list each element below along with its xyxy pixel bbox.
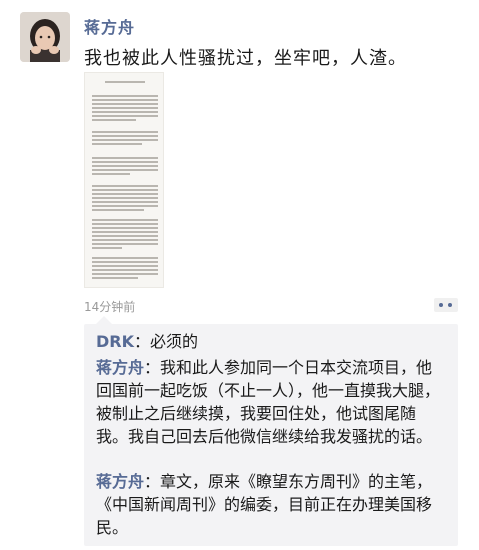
- avatar[interactable]: [20, 12, 70, 62]
- thumbnail-text-block: [92, 157, 158, 177]
- post-image-thumbnail[interactable]: [84, 72, 164, 288]
- comment-author[interactable]: 蒋方舟: [96, 358, 144, 377]
- comments-caret: [96, 316, 112, 324]
- comment-item[interactable]: 蒋方舟：我和此人参加同一个日本交流项目，他回国前一起吃饭（不止一人），他一直摸我…: [96, 356, 446, 448]
- thumbnail-text-block: [92, 185, 158, 213]
- thumbnail-text-block: [92, 219, 158, 251]
- comment-separator: ：: [144, 358, 161, 377]
- comments-panel: DRK：必须的 蒋方舟：我和此人参加同一个日本交流项目，他回国前一起吃饭（不止一…: [84, 324, 458, 546]
- post-text: 我也被此人性骚扰过，坐牢吧，人渣。: [84, 48, 407, 69]
- comment-item[interactable]: 蒋方舟：章文，原来《瞭望东方周刊》的主笔，《中国新闻周刊》的编委，目前正在办理美…: [96, 470, 446, 539]
- thumbnail-text-block: [92, 131, 158, 147]
- comment-item[interactable]: DRK：必须的: [96, 330, 446, 353]
- comment-author[interactable]: DRK: [96, 332, 134, 351]
- thumbnail-text-block: [92, 257, 158, 281]
- comment-separator: ：: [134, 332, 151, 351]
- more-options-button[interactable]: [434, 298, 458, 312]
- avatar-photo-icon: [20, 12, 70, 62]
- comment-text: 必须的: [150, 332, 199, 351]
- thumbnail-text-block: [92, 95, 158, 123]
- comment-separator: ：: [144, 472, 161, 491]
- post-timestamp: 14分钟前: [84, 300, 136, 314]
- comment-author[interactable]: 蒋方舟: [96, 472, 144, 491]
- thumbnail-text-block: [92, 81, 158, 85]
- post-author-name[interactable]: 蒋方舟: [84, 14, 135, 38]
